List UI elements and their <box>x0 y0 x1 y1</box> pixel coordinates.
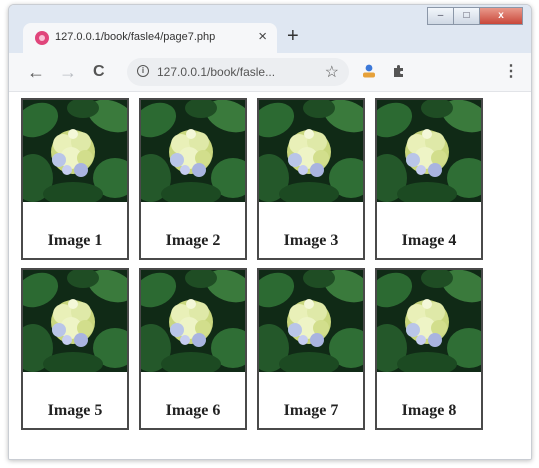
browser-toolbar: ← → C i 127.0.0.1/book/fasle... ☆ ⋮ <box>9 53 531 92</box>
page-content: Image 1 Image 2 Image 3 Image 4 Image 5 … <box>9 92 531 459</box>
maximize-button[interactable]: □ <box>453 7 479 25</box>
tab-title: 127.0.0.1/book/fasle4/page7.php <box>55 31 216 43</box>
hydrangea-photo <box>377 100 481 202</box>
image-caption: Image 5 <box>47 402 103 419</box>
star-icon[interactable]: ☆ <box>325 62 339 82</box>
back-button[interactable]: ← <box>27 62 45 82</box>
gallery-card: Image 1 <box>21 98 129 260</box>
gallery-card: Image 2 <box>139 98 247 260</box>
browser-tab[interactable]: 127.0.0.1/book/fasle4/page7.php × <box>23 23 277 53</box>
close-window-button[interactable]: x <box>479 7 523 25</box>
hydrangea-photo <box>259 270 363 372</box>
reload-button[interactable]: C <box>93 62 105 82</box>
image-caption: Image 4 <box>401 232 457 249</box>
image-caption: Image 7 <box>283 402 339 419</box>
browser-window: 127.0.0.1/book/fasle4/page7.php × + – □ … <box>8 4 532 460</box>
minimize-button[interactable]: – <box>427 7 453 25</box>
hydrangea-photo <box>377 270 481 372</box>
image-caption: Image 8 <box>401 402 457 419</box>
url-text[interactable]: 127.0.0.1/book/fasle... <box>157 65 275 79</box>
gallery-card: Image 8 <box>375 268 483 430</box>
image-caption: Image 3 <box>283 232 339 249</box>
info-icon[interactable]: i <box>137 65 149 77</box>
gallery-card: Image 6 <box>139 268 247 430</box>
tab-strip: 127.0.0.1/book/fasle4/page7.php × + – □ … <box>9 5 531 53</box>
gallery-card: Image 5 <box>21 268 129 430</box>
address-bar[interactable]: i 127.0.0.1/book/fasle... ☆ <box>127 58 349 86</box>
hydrangea-photo <box>23 100 127 202</box>
new-tab-button[interactable]: + <box>287 26 299 46</box>
image-caption: Image 1 <box>47 232 103 249</box>
gallery-card: Image 7 <box>257 268 365 430</box>
image-caption: Image 2 <box>165 232 221 249</box>
window-controls: – □ x <box>427 7 523 25</box>
extensions-icon[interactable] <box>391 63 407 79</box>
gallery-card: Image 3 <box>257 98 365 260</box>
tab-close-button[interactable]: × <box>258 28 267 46</box>
gallery-card: Image 4 <box>375 98 483 260</box>
account-icon[interactable] <box>361 63 377 79</box>
hydrangea-photo <box>23 270 127 372</box>
hydrangea-photo <box>259 100 363 202</box>
image-gallery: Image 1 Image 2 Image 3 Image 4 Image 5 … <box>21 98 483 430</box>
hydrangea-photo <box>141 100 245 202</box>
hydrangea-photo <box>141 270 245 372</box>
favicon-icon <box>35 31 49 45</box>
image-caption: Image 6 <box>165 402 221 419</box>
menu-icon[interactable]: ⋮ <box>503 61 519 81</box>
forward-button[interactable]: → <box>59 62 77 82</box>
